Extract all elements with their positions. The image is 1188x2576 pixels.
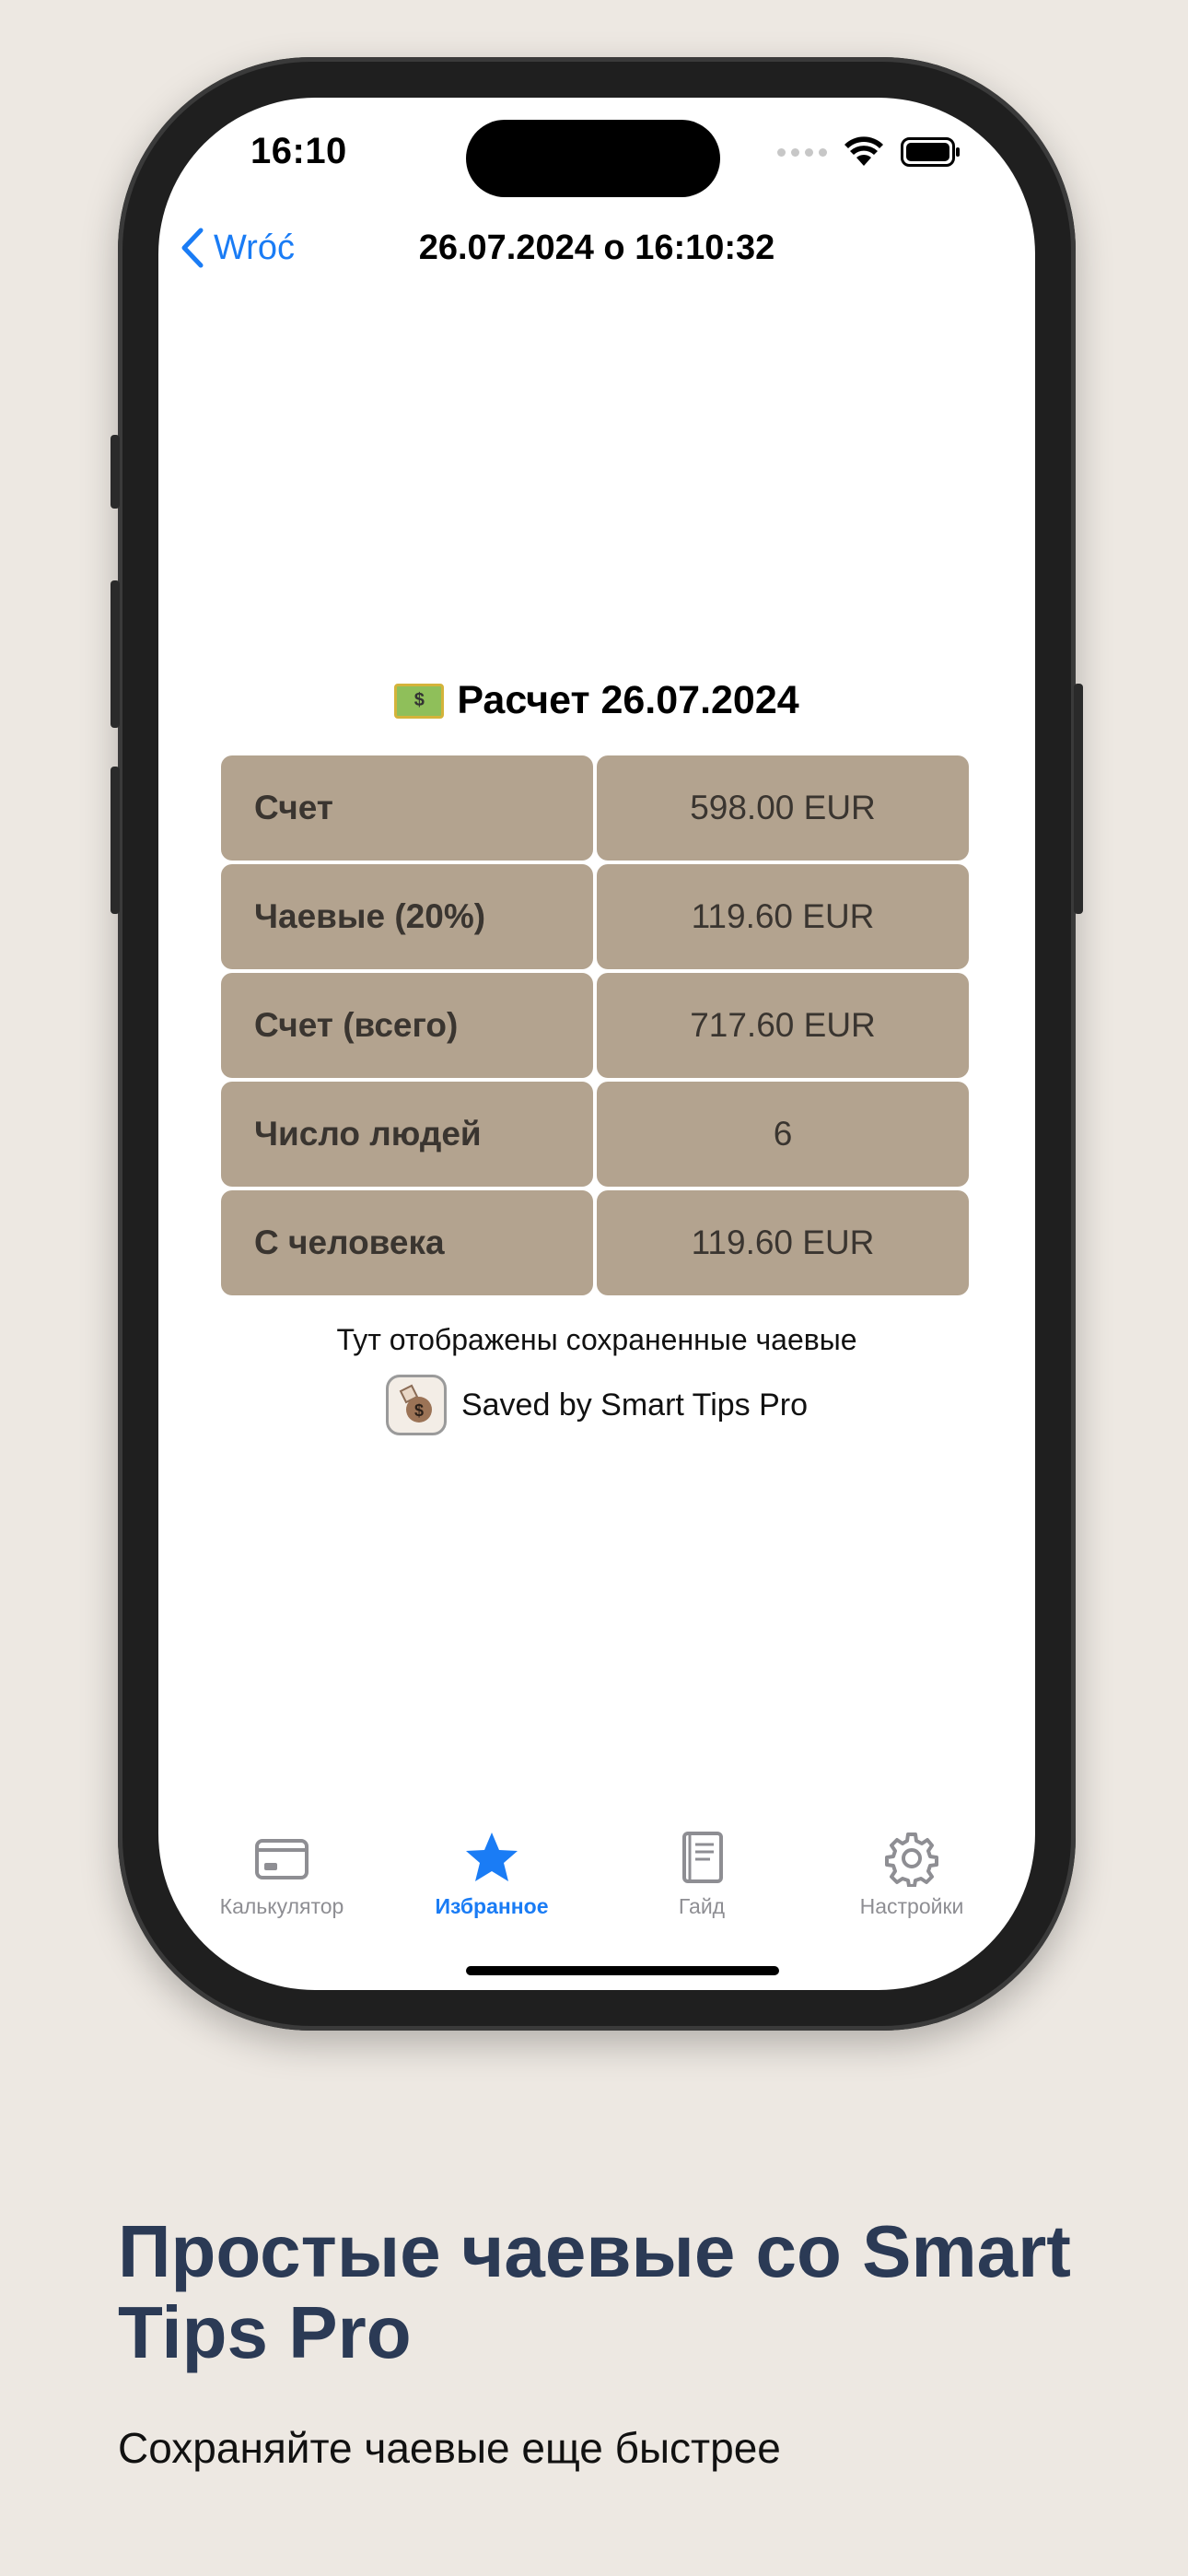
tab-favorites[interactable]: Избранное [400, 1830, 584, 1919]
mute-switch [111, 435, 120, 509]
tab-calculator[interactable]: Калькулятор [190, 1830, 374, 1919]
row-bill-value: 598.00 EUR [597, 755, 969, 861]
row-per-person-label: С человека [221, 1190, 593, 1295]
row-bill-label: Счет [221, 755, 593, 861]
credit-card-icon [255, 1839, 309, 1879]
svg-text:$: $ [414, 1401, 424, 1420]
money-icon: $ [394, 683, 445, 719]
row-tip-label: Чаевые (20%) [221, 864, 593, 969]
saved-by-text: Saved by Smart Tips Pro [460, 1387, 809, 1423]
home-indicator[interactable] [466, 1966, 779, 1975]
row-tip-value: 119.60 EUR [597, 864, 969, 969]
tab-favorites-label: Избранное [435, 1894, 549, 1918]
battery-icon [901, 137, 960, 167]
row-people-value: 6 [597, 1082, 969, 1187]
nav-title: 26.07.2024 o 16:10:32 [418, 228, 775, 267]
promo-subline: Сохраняйте чаевые еще быстрее [118, 2424, 781, 2472]
volume-up-button [111, 580, 120, 728]
status-time: 16:10 [250, 131, 347, 171]
book-icon [682, 1832, 723, 1883]
saved-tips-note: Тут отображены сохраненные чаевые [336, 1323, 857, 1356]
receipt-table: Счет 598.00 EUR Чаевые (20%) 119.60 EUR … [221, 755, 971, 1295]
page: 16:10 Wróć 26.07.2024 o 16:10:32 $ Расче… [0, 0, 1188, 2576]
dynamic-island [466, 120, 720, 197]
app-icon: $ [385, 1375, 447, 1435]
tab-bar: Калькулятор Избранное Гайд Настройки [158, 1830, 1035, 1919]
tab-settings-label: Настройки [859, 1894, 964, 1918]
receipt-title: $ Расчет 26.07.2024 [158, 678, 1035, 723]
status-icons [777, 136, 961, 168]
wifi-icon [844, 136, 883, 166]
promo-headline: Простые чаевые со Smart Tips Pro [118, 2210, 1071, 2373]
tab-settings[interactable]: Настройки [820, 1830, 1004, 1919]
tab-guide[interactable]: Гайд [610, 1830, 794, 1919]
row-total-label: Счет (всего) [221, 973, 593, 1078]
tab-guide-label: Гайд [678, 1894, 726, 1918]
saved-by-line: $ Saved by Smart Tips Pro [158, 1375, 1035, 1435]
row-total-value: 717.60 EUR [597, 973, 969, 1078]
star-icon [466, 1832, 518, 1881]
gear-icon [885, 1832, 938, 1887]
cellular-signal-icon [777, 147, 827, 157]
row-people-label: Число людей [221, 1082, 593, 1187]
phone-frame: 16:10 Wróć 26.07.2024 o 16:10:32 $ Расче… [111, 57, 1083, 2031]
row-per-person-value: 119.60 EUR [597, 1190, 969, 1295]
power-button [1074, 684, 1083, 914]
tab-calculator-label: Калькулятор [219, 1894, 344, 1918]
phone-screen: 16:10 Wróć 26.07.2024 o 16:10:32 $ Расче… [158, 98, 1035, 1990]
volume-down-button [111, 767, 120, 914]
receipt-title-text: Расчет 26.07.2024 [457, 678, 799, 722]
